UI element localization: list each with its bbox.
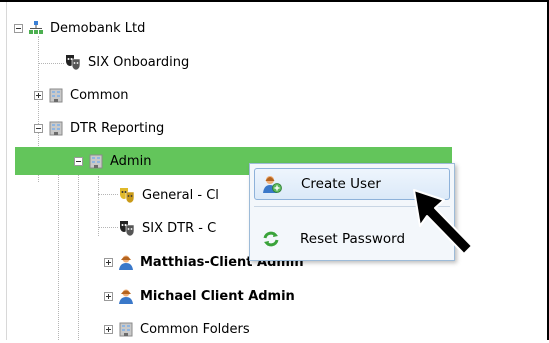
tree-node-six-dtr[interactable]: SIX DTR - C bbox=[118, 214, 216, 242]
expand-toggle[interactable] bbox=[34, 90, 43, 100]
collapse-toggle[interactable] bbox=[74, 156, 83, 166]
building-icon bbox=[48, 87, 64, 103]
tree-connector bbox=[98, 194, 118, 195]
menu-item-label: Reset Password bbox=[300, 231, 406, 247]
menu-item-label: Create User bbox=[301, 176, 381, 192]
tree-connector bbox=[58, 148, 59, 340]
add-user-icon bbox=[255, 174, 289, 194]
tree-connector bbox=[98, 227, 118, 228]
expand-toggle[interactable] bbox=[104, 324, 113, 334]
tree-node-label: DTR Reporting bbox=[70, 120, 165, 136]
tree-node-root[interactable]: Demobank Ltd bbox=[14, 14, 145, 42]
theater-mask-icon bbox=[118, 219, 136, 237]
tree-node-dtr-reporting[interactable]: DTR Reporting bbox=[34, 114, 164, 142]
building-icon bbox=[118, 321, 134, 337]
pointer-arrow-icon bbox=[413, 189, 473, 255]
tree-node-label: Demobank Ltd bbox=[50, 20, 146, 36]
theater-mask-gold-icon bbox=[118, 186, 136, 204]
tree-node-general[interactable]: General - Cl bbox=[118, 181, 219, 209]
tree-node-admin[interactable]: Admin bbox=[74, 147, 151, 175]
tree-node-label: Admin bbox=[110, 153, 152, 169]
collapse-toggle[interactable] bbox=[34, 123, 43, 133]
theater-mask-icon bbox=[64, 53, 82, 71]
tree-node-label: Common Folders bbox=[140, 321, 250, 337]
tree-node-label: SIX DTR - C bbox=[142, 220, 217, 236]
collapse-toggle[interactable] bbox=[14, 23, 23, 33]
building-icon bbox=[88, 153, 104, 169]
tree-connector bbox=[78, 172, 79, 340]
user-icon bbox=[118, 254, 134, 270]
user-icon bbox=[118, 288, 134, 304]
tree-node-label: SIX Onboarding bbox=[88, 54, 190, 70]
expand-toggle[interactable] bbox=[104, 291, 113, 301]
tree-node-common-folders[interactable]: Common Folders bbox=[104, 315, 250, 343]
building-icon bbox=[48, 120, 64, 136]
tree-node-michael[interactable]: Michael Client Admin bbox=[104, 282, 295, 310]
tree-node-common[interactable]: Common bbox=[34, 81, 129, 109]
tree-node-label: Michael Client Admin bbox=[140, 288, 295, 304]
expand-toggle[interactable] bbox=[104, 257, 113, 267]
tree-node-six-onboarding[interactable]: SIX Onboarding bbox=[64, 48, 189, 76]
tree-node-label: Common bbox=[70, 87, 129, 103]
org-chart-icon bbox=[28, 20, 44, 36]
reset-arrow-icon bbox=[254, 229, 288, 249]
tree-connector bbox=[38, 63, 64, 64]
tree-node-label: General - Cl bbox=[142, 187, 219, 203]
